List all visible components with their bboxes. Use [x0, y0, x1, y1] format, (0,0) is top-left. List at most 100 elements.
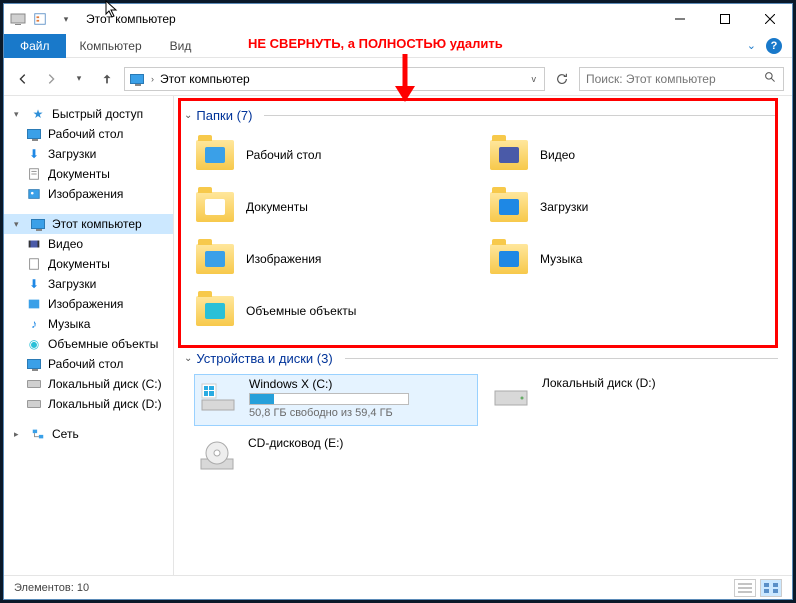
folder-item[interactable]: Видео	[488, 131, 772, 179]
address-dropdown-icon[interactable]: v	[528, 74, 541, 84]
nav-network[interactable]: ▸ Сеть	[4, 424, 173, 444]
drive-label: Windows X (C:)	[249, 377, 475, 391]
folder-label: Загрузки	[540, 200, 588, 214]
folders-grid: Рабочий стол Видео Документы Загрузки Изобра…	[176, 127, 782, 345]
chevron-down-icon[interactable]: ⌄	[184, 353, 192, 364]
chevron-down-icon[interactable]: ⌄	[184, 110, 192, 121]
video-icon	[26, 236, 42, 252]
content-area: ⌄ Папки (7) Рабочий стол Видео Документы За…	[174, 96, 792, 575]
status-bar: Элементов: 10	[4, 575, 792, 599]
drive-icon	[196, 436, 238, 478]
drive-label: Локальный диск (D:)	[542, 376, 770, 390]
cube-icon: ◉	[26, 336, 42, 352]
ribbon: Файл Компьютер Вид ⌄ ?	[4, 34, 792, 58]
nav-documents2[interactable]: Документы	[4, 254, 173, 274]
nav-drive-c[interactable]: Локальный диск (C:)	[4, 374, 173, 394]
folder-item[interactable]: Музыка	[488, 235, 772, 283]
drive-item[interactable]: CD-дисковод (E:)	[194, 434, 478, 486]
desktop-icon	[26, 126, 42, 142]
folder-label: Документы	[246, 200, 308, 214]
folder-label: Музыка	[540, 252, 582, 266]
folder-label: Рабочий стол	[246, 148, 321, 162]
maximize-button[interactable]	[702, 4, 747, 34]
nav-3d[interactable]: ◉Объемные объекты	[4, 334, 173, 354]
chevron-down-icon[interactable]: ▾	[14, 219, 24, 230]
star-icon: ★	[30, 106, 46, 122]
nav-videos[interactable]: Видео	[4, 234, 173, 254]
window-controls	[657, 4, 792, 34]
folder-label: Изображения	[246, 252, 321, 266]
location-icon	[129, 71, 145, 87]
chevron-right-icon[interactable]: ▸	[14, 429, 24, 440]
folder-item[interactable]: Загрузки	[488, 183, 772, 231]
quick-access-toolbar: ▾	[4, 8, 78, 30]
folders-section-header[interactable]: ⌄ Папки (7)	[176, 102, 782, 127]
drive-sublabel: 50,8 ГБ свободно из 59,4 ГБ	[249, 407, 475, 419]
search-icon[interactable]	[764, 71, 777, 87]
explorer-window: ▾ Этот компьютер Файл Компьютер Вид ⌄ ? …	[3, 3, 793, 600]
drive-icon	[26, 376, 42, 392]
drive-item[interactable]: Локальный диск (D:)	[488, 374, 772, 426]
nav-music[interactable]: ♪Музыка	[4, 314, 173, 334]
ribbon-expand-icon[interactable]: ⌄	[747, 39, 756, 52]
status-count-label: Элементов:	[14, 582, 74, 594]
nav-pictures2[interactable]: Изображения	[4, 294, 173, 314]
drive-usage-bar	[249, 393, 409, 405]
folder-icon	[194, 290, 236, 332]
nav-desktop2[interactable]: Рабочий стол	[4, 354, 173, 374]
drive-item[interactable]: Windows X (C:) 50,8 ГБ свободно из 59,4 Г…	[194, 374, 478, 426]
drives-section-header[interactable]: ⌄ Устройства и диски (3)	[176, 345, 782, 370]
close-button[interactable]	[747, 4, 792, 34]
document-icon	[26, 166, 42, 182]
qat-properties-icon[interactable]	[28, 8, 52, 30]
back-button[interactable]	[12, 68, 34, 90]
music-icon: ♪	[26, 316, 42, 332]
folder-icon	[488, 134, 530, 176]
app-icon	[10, 11, 26, 27]
desktop-icon	[26, 356, 42, 372]
folder-icon	[488, 186, 530, 228]
details-view-button[interactable]	[734, 579, 756, 597]
network-icon	[30, 426, 46, 442]
folder-item[interactable]: Объемные объекты	[194, 287, 478, 335]
nav-this-pc[interactable]: ▾ Этот компьютер	[4, 214, 173, 234]
drives-grid: Windows X (C:) 50,8 ГБ свободно из 59,4 Г…	[176, 370, 782, 496]
document-icon	[26, 256, 42, 272]
folder-icon	[194, 238, 236, 280]
search-input[interactable]	[586, 72, 764, 86]
icons-view-button[interactable]	[760, 579, 782, 597]
qat-dropdown-icon[interactable]: ▾	[54, 8, 78, 30]
folder-item[interactable]: Документы	[194, 183, 478, 231]
folder-label: Объемные объекты	[246, 304, 356, 318]
recent-dropdown-icon[interactable]: ▾	[68, 68, 90, 90]
chevron-down-icon[interactable]: ▾	[14, 109, 24, 120]
drive-icon	[490, 376, 532, 418]
nav-quick-access[interactable]: ▾ ★ Быстрый доступ	[4, 104, 173, 124]
refresh-button[interactable]	[551, 72, 573, 86]
nav-desktop[interactable]: Рабочий стол	[4, 124, 173, 144]
nav-drive-d[interactable]: Локальный диск (D:)	[4, 394, 173, 414]
picture-icon	[26, 186, 42, 202]
tab-computer[interactable]: Компьютер	[66, 34, 156, 58]
nav-pictures[interactable]: Изображения	[4, 184, 173, 204]
tab-view[interactable]: Вид	[156, 34, 206, 58]
nav-downloads[interactable]: ⬇Загрузки	[4, 144, 173, 164]
help-icon[interactable]: ?	[766, 38, 782, 54]
nav-pane: ▾ ★ Быстрый доступ Рабочий стол ⬇Загрузк…	[4, 96, 174, 575]
drive-icon	[26, 396, 42, 412]
window-title: Этот компьютер	[86, 12, 176, 26]
up-button[interactable]	[96, 68, 118, 90]
folder-icon	[488, 238, 530, 280]
address-bar[interactable]: › Этот компьютер v	[124, 67, 545, 91]
folder-item[interactable]: Рабочий стол	[194, 131, 478, 179]
tab-file[interactable]: Файл	[4, 34, 66, 58]
folder-item[interactable]: Изображения	[194, 235, 478, 283]
drive-icon	[197, 377, 239, 419]
minimize-button[interactable]	[657, 4, 702, 34]
forward-button[interactable]	[40, 68, 62, 90]
search-box[interactable]	[579, 67, 784, 91]
nav-downloads2[interactable]: ⬇Загрузки	[4, 274, 173, 294]
status-count: 10	[77, 582, 89, 594]
nav-documents[interactable]: Документы	[4, 164, 173, 184]
download-icon: ⬇	[26, 276, 42, 292]
